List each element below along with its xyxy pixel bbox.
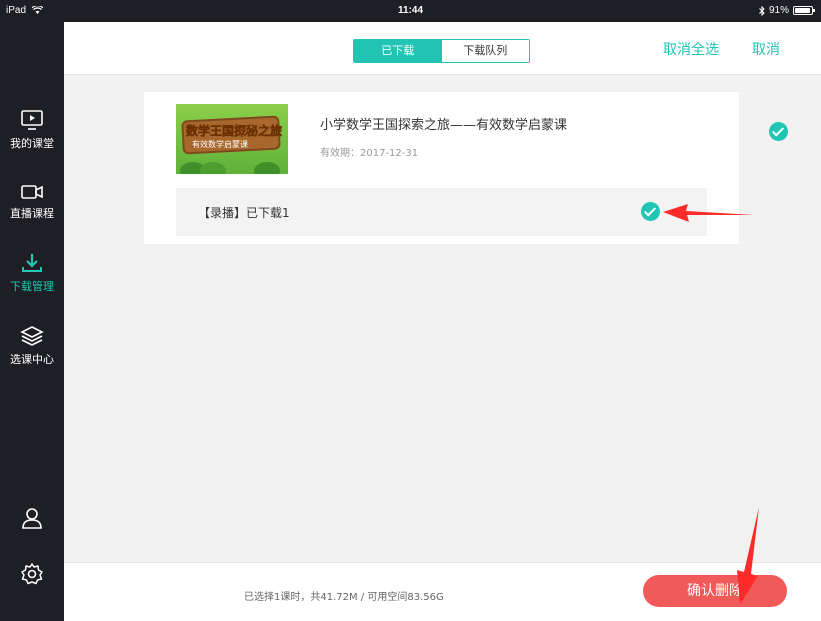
cancel-button[interactable]: 取消 bbox=[752, 39, 780, 59]
thumbnail-bush bbox=[254, 162, 280, 174]
sidebar-item-label: 选课中心 bbox=[10, 353, 54, 366]
thumbnail-subtitle: 有效数学启蒙课 bbox=[192, 140, 248, 149]
bluetooth-icon bbox=[759, 5, 765, 16]
thumbnail-title: 数学王国探秘之旅 bbox=[186, 124, 283, 139]
status-right: 91% bbox=[759, 5, 815, 16]
thumbnail-bush bbox=[200, 162, 226, 174]
clock: 11:44 bbox=[397, 5, 424, 16]
sidebar-item-course-center[interactable]: 选课中心 bbox=[0, 325, 64, 385]
tab-downloaded[interactable]: 已下载 bbox=[354, 40, 442, 62]
course-checkbox-checked-icon[interactable] bbox=[769, 122, 788, 141]
selection-summary: 已选择1课时，共41.72M / 可用空间83.56G bbox=[244, 592, 444, 603]
battery-percent: 91% bbox=[768, 5, 789, 16]
user-icon bbox=[22, 508, 42, 529]
sidebar-item-label: 下载管理 bbox=[10, 280, 54, 293]
status-bar: iPad 11:44 91% bbox=[0, 0, 821, 22]
lesson-label: 【录播】已下载1 bbox=[198, 206, 290, 220]
monitor-play-icon bbox=[21, 110, 43, 130]
tab-download-queue[interactable]: 下载队列 bbox=[441, 40, 529, 62]
sidebar-item-my-classroom[interactable]: 我的课堂 bbox=[0, 109, 64, 169]
deselect-all-button[interactable]: 取消全选 bbox=[663, 39, 719, 59]
battery-icon bbox=[793, 6, 815, 15]
confirm-delete-button[interactable]: 确认删除 bbox=[643, 575, 787, 607]
settings-button[interactable] bbox=[0, 562, 64, 590]
course-card[interactable]: 数学王国探秘之旅 有效数学启蒙课 小学数学王国探索之旅——有效数学启蒙课 有效期… bbox=[144, 92, 739, 244]
download-tabs: 已下载 下载队列 bbox=[353, 39, 530, 63]
course-thumbnail: 数学王国探秘之旅 有效数学启蒙课 bbox=[176, 104, 288, 174]
sidebar-item-live-courses[interactable]: 直播课程 bbox=[0, 183, 64, 243]
download-icon bbox=[22, 254, 42, 272]
sidebar-item-label: 直播课程 bbox=[10, 207, 54, 220]
sidebar-item-label: 我的课堂 bbox=[10, 137, 54, 150]
lesson-row[interactable]: 【录播】已下载1 bbox=[176, 188, 707, 236]
main-panel: 已下载 下载队列 取消全选 取消 数学王国探秘之旅 有效数学启蒙课 小学数学王国… bbox=[64, 22, 821, 621]
layers-icon bbox=[20, 326, 44, 346]
settings-gear-icon bbox=[21, 563, 43, 585]
video-camera-icon bbox=[21, 185, 43, 199]
battery-level bbox=[795, 8, 810, 13]
course-title: 小学数学王国探索之旅——有效数学启蒙课 bbox=[320, 118, 568, 133]
profile-button[interactable] bbox=[0, 506, 64, 534]
course-expiry: 有效期：2017-12-31 bbox=[320, 148, 419, 159]
bottom-bar: 已选择1课时，共41.72M / 可用空间83.56G 确认删除 bbox=[64, 562, 821, 621]
lesson-checkbox-checked-icon[interactable] bbox=[641, 202, 660, 221]
sidebar-item-download-manager[interactable]: 下载管理 bbox=[0, 252, 64, 312]
top-bar: 已下载 下载队列 取消全选 取消 bbox=[64, 22, 821, 75]
sidebar: 我的课堂 直播课程 下载管理 选课中心 bbox=[0, 22, 64, 621]
